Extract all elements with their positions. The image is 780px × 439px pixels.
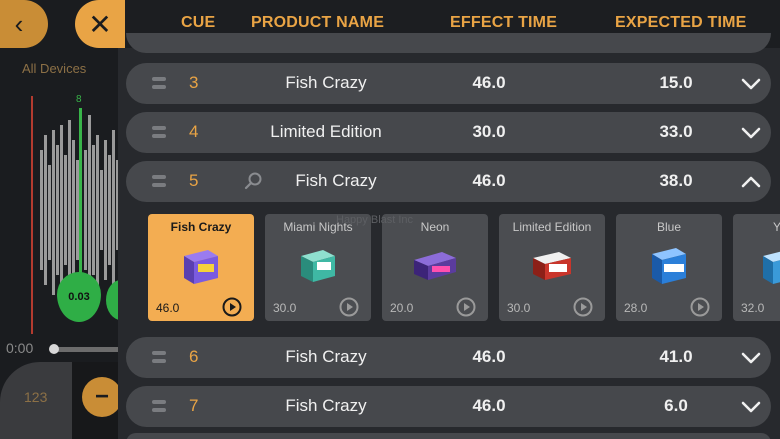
close-icon: ✕ — [88, 8, 112, 40]
product-card-time: 30.0 — [273, 301, 297, 315]
play-icon[interactable] — [573, 297, 593, 317]
scrub-knob[interactable] — [49, 344, 59, 354]
row-expected-time: 38.0 — [659, 171, 693, 190]
playhead-line — [31, 96, 33, 334]
product-card-time: 20.0 — [390, 301, 414, 315]
close-button[interactable]: ✕ — [75, 0, 125, 48]
header-expected-time: EXPECTED TIME — [615, 14, 747, 31]
minus-icon: − — [94, 383, 109, 410]
cue-list-panel: CUE PRODUCT NAME EFFECT TIME EXPECTED TI… — [118, 0, 780, 439]
chevron-down-icon[interactable] — [739, 395, 763, 419]
chevron-down-icon[interactable] — [739, 72, 763, 96]
timeline-panel: ‹ All Devices 8 0.03 0:00 123 − — [0, 0, 118, 439]
row-expected-time: 41.0 — [659, 347, 693, 366]
firework-box-image — [652, 248, 686, 284]
table-row[interactable]: 4 Limited Edition 30.0 33.0 — [126, 112, 771, 153]
row-cue: 3 — [189, 73, 199, 92]
product-card[interactable]: Blue 28.0 — [616, 214, 722, 321]
row-expected-time: 6.0 — [664, 396, 688, 415]
cue-marker-line[interactable] — [79, 108, 82, 298]
table-row[interactable]: 7 Fish Crazy 46.0 6.0 — [126, 386, 771, 427]
product-card[interactable]: Miami Nights 30.0 — [265, 214, 371, 321]
minus-button[interactable]: − — [82, 377, 118, 417]
row-product-name: Fish Crazy — [285, 347, 367, 366]
row-effect-time: 30.0 — [472, 122, 506, 141]
product-card-time: 30.0 — [507, 301, 531, 315]
product-card[interactable]: Neon 20.0 — [382, 214, 488, 321]
product-card-time: 32.0 — [741, 301, 765, 315]
table-row[interactable]: 6 Fish Crazy 46.0 41.0 — [126, 337, 771, 378]
chevron-down-icon[interactable] — [739, 121, 763, 145]
product-card-title: Y — [773, 220, 780, 234]
row-effect-time: 46.0 — [472, 396, 506, 415]
time-start: 0:00 — [6, 340, 34, 356]
row-effect-time: 46.0 — [472, 171, 506, 190]
product-card-time: 28.0 — [624, 301, 648, 315]
row-effect-time: 46.0 — [472, 347, 506, 366]
chevron-down-icon[interactable] — [739, 346, 763, 370]
row-product-name: Fish Crazy — [295, 171, 377, 190]
table-row-partial — [126, 433, 771, 439]
chevron-up-icon[interactable] — [739, 170, 763, 194]
all-devices-label[interactable]: All Devices — [22, 61, 86, 76]
product-card[interactable]: Fish Crazy 46.0 — [148, 214, 254, 321]
counter-value: 123 — [24, 389, 48, 405]
firework-box-image — [301, 250, 335, 282]
row-cue: 6 — [189, 347, 199, 366]
drag-handle-icon[interactable] — [152, 77, 166, 90]
product-card[interactable]: Y 32.0 — [733, 214, 780, 321]
product-card-title: Limited Edition — [512, 220, 592, 234]
back-button[interactable]: ‹ — [0, 0, 48, 48]
marker-number: 8 — [76, 94, 82, 105]
product-card-title: Fish Crazy — [170, 220, 232, 234]
product-card-title: Blue — [656, 220, 682, 234]
play-icon[interactable] — [339, 297, 359, 317]
row-product-name: Fish Crazy — [285, 73, 367, 92]
drag-handle-icon[interactable] — [152, 351, 166, 364]
row-cue: 5 — [189, 171, 199, 190]
drag-handle-icon[interactable] — [152, 400, 166, 413]
product-card-time: 46.0 — [156, 301, 180, 315]
firework-box-image — [763, 251, 780, 284]
header-product-name: PRODUCT NAME — [251, 14, 385, 31]
drag-handle-icon[interactable] — [152, 175, 166, 188]
table-row[interactable]: 3 Fish Crazy 46.0 15.0 — [126, 63, 771, 104]
header-effect-time: EFFECT TIME — [450, 14, 558, 31]
firework-box-image — [533, 252, 571, 280]
row-expected-time: 33.0 — [659, 122, 693, 141]
play-icon[interactable] — [222, 297, 242, 317]
row-effect-time: 46.0 — [472, 73, 506, 92]
play-icon[interactable] — [456, 297, 476, 317]
firework-box-image — [184, 250, 218, 284]
product-carousel[interactable]: Fish Crazy 46.0 Miami Nights 30.0 Neon 2… — [148, 214, 780, 324]
play-icon[interactable] — [690, 297, 710, 317]
watermark: Happy Blast Inc — [336, 214, 414, 226]
header-cue: CUE — [181, 14, 216, 31]
table-row-expanded[interactable]: 5 Fish Crazy 46.0 38.0 — [126, 161, 771, 202]
row-product-name: Limited Edition — [270, 122, 382, 141]
firework-box-image — [414, 252, 456, 280]
chevron-left-icon: ‹ — [14, 8, 24, 39]
row-cue: 4 — [189, 122, 199, 141]
row-expected-time: 15.0 — [659, 73, 693, 92]
row-cue: 7 — [189, 396, 199, 415]
table-row-partial — [126, 33, 771, 53]
product-card[interactable]: Limited Edition 30.0 — [499, 214, 605, 321]
drag-handle-icon[interactable] — [152, 126, 166, 139]
cue-marker[interactable]: 0.03 — [57, 272, 101, 322]
scrub-bar[interactable] — [50, 347, 118, 352]
row-product-name: Fish Crazy — [285, 396, 367, 415]
